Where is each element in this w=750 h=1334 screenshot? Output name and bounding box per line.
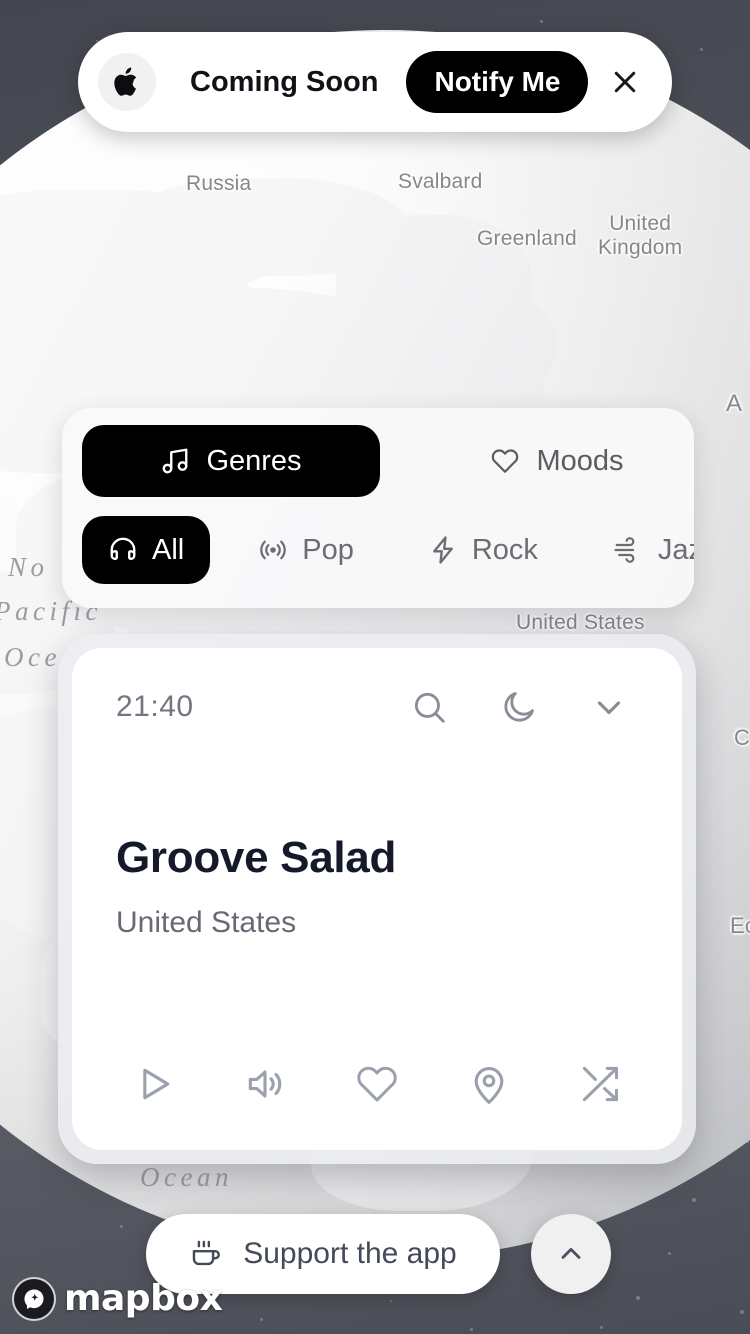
map-label: C — [734, 725, 750, 750]
ocean-label: Ocean — [140, 1162, 233, 1192]
close-banner-button[interactable] — [600, 57, 650, 107]
star — [470, 1328, 473, 1331]
coffee-cup-icon — [192, 1240, 221, 1266]
play-icon — [143, 1068, 170, 1100]
collapse-button[interactable] — [590, 688, 628, 726]
volume-button[interactable] — [243, 1062, 287, 1106]
map-label: A — [726, 390, 743, 417]
map-label: Svalbard — [398, 170, 483, 193]
player-card: 21:40 Groove Salad United States — [72, 648, 682, 1150]
location-pin-icon — [474, 1067, 503, 1104]
scroll-up-button[interactable] — [531, 1214, 611, 1294]
category-tabs: Genres Moods — [62, 420, 694, 502]
star — [740, 1310, 744, 1314]
tab-moods[interactable]: Moods — [422, 425, 692, 497]
headphones-icon — [110, 537, 136, 560]
local-time: 21:40 — [116, 690, 194, 723]
search-button[interactable] — [410, 688, 448, 726]
apple-icon — [98, 53, 156, 111]
chip-rock-label: Rock — [471, 533, 538, 566]
star — [636, 1296, 640, 1300]
player-controls — [72, 1062, 682, 1106]
play-button[interactable] — [132, 1062, 176, 1106]
tab-genres-label: Genres — [206, 444, 302, 477]
close-icon — [614, 71, 636, 93]
map-label: Russia — [186, 172, 252, 195]
chip-jazz-label: Jaz — [657, 533, 694, 566]
map-label: Greenland — [477, 227, 577, 250]
locate-button[interactable] — [467, 1062, 511, 1106]
chip-all[interactable]: All — [82, 516, 211, 584]
star — [260, 1318, 263, 1321]
notify-me-button[interactable]: Notify Me — [406, 51, 589, 113]
music-note-icon — [163, 448, 188, 474]
chevron-down-icon — [597, 701, 621, 715]
ocean-label: No — [8, 552, 49, 582]
map-label: United Kingdom — [598, 212, 683, 259]
chip-pop-label: Pop — [302, 533, 354, 566]
lightning-icon — [432, 536, 453, 564]
shuffle-button[interactable] — [578, 1062, 622, 1106]
wind-icon — [614, 537, 635, 563]
mapbox-attribution[interactable]: mapbox — [14, 1278, 223, 1319]
chip-pop[interactable]: Pop — [232, 516, 380, 584]
coming-soon-banner: Coming Soon Notify Me — [78, 32, 672, 132]
heart-icon — [357, 1066, 397, 1102]
player-card-frame: 21:40 Groove Salad United States — [58, 634, 696, 1164]
tab-moods-label: Moods — [536, 444, 624, 477]
app-root: Russia Svalbard Greenland United Kingdom Unit… — [0, 0, 750, 1334]
station-name: Groove Salad — [116, 833, 397, 882]
heart-icon — [492, 449, 519, 473]
chip-rock[interactable]: Rock — [402, 516, 564, 584]
chevron-up-icon — [561, 1247, 581, 1259]
volume-icon — [249, 1070, 282, 1098]
mapbox-glyph-icon — [24, 1288, 44, 1309]
mapbox-wordmark: mapbox — [64, 1278, 223, 1319]
banner-title: Coming Soon — [190, 65, 379, 98]
map-label: United States — [516, 611, 645, 634]
support-label: Support the app — [243, 1237, 457, 1270]
chip-jazz[interactable]: Jaz — [586, 516, 694, 584]
ocean-label: Oce — [4, 642, 61, 672]
sleep-timer-button[interactable] — [500, 688, 538, 726]
player-header-actions — [410, 688, 638, 726]
favorite-button[interactable] — [355, 1063, 399, 1105]
station-country: United States — [116, 906, 297, 939]
filter-panel: Genres Moods All Pop Rock Ja — [62, 408, 694, 608]
genre-chip-row[interactable]: All Pop Rock Ja — [62, 502, 694, 598]
chip-all-label: All — [152, 533, 185, 566]
map-label: Ec — [730, 913, 750, 938]
player-header: 21:40 — [116, 688, 638, 726]
tab-genres[interactable]: Genres — [82, 425, 380, 497]
moon-icon — [504, 692, 534, 722]
star — [600, 1326, 603, 1329]
shuffle-icon — [583, 1066, 619, 1102]
radio-wave-icon — [260, 540, 286, 560]
mapbox-mark-icon — [14, 1278, 54, 1319]
search-icon — [414, 692, 445, 723]
